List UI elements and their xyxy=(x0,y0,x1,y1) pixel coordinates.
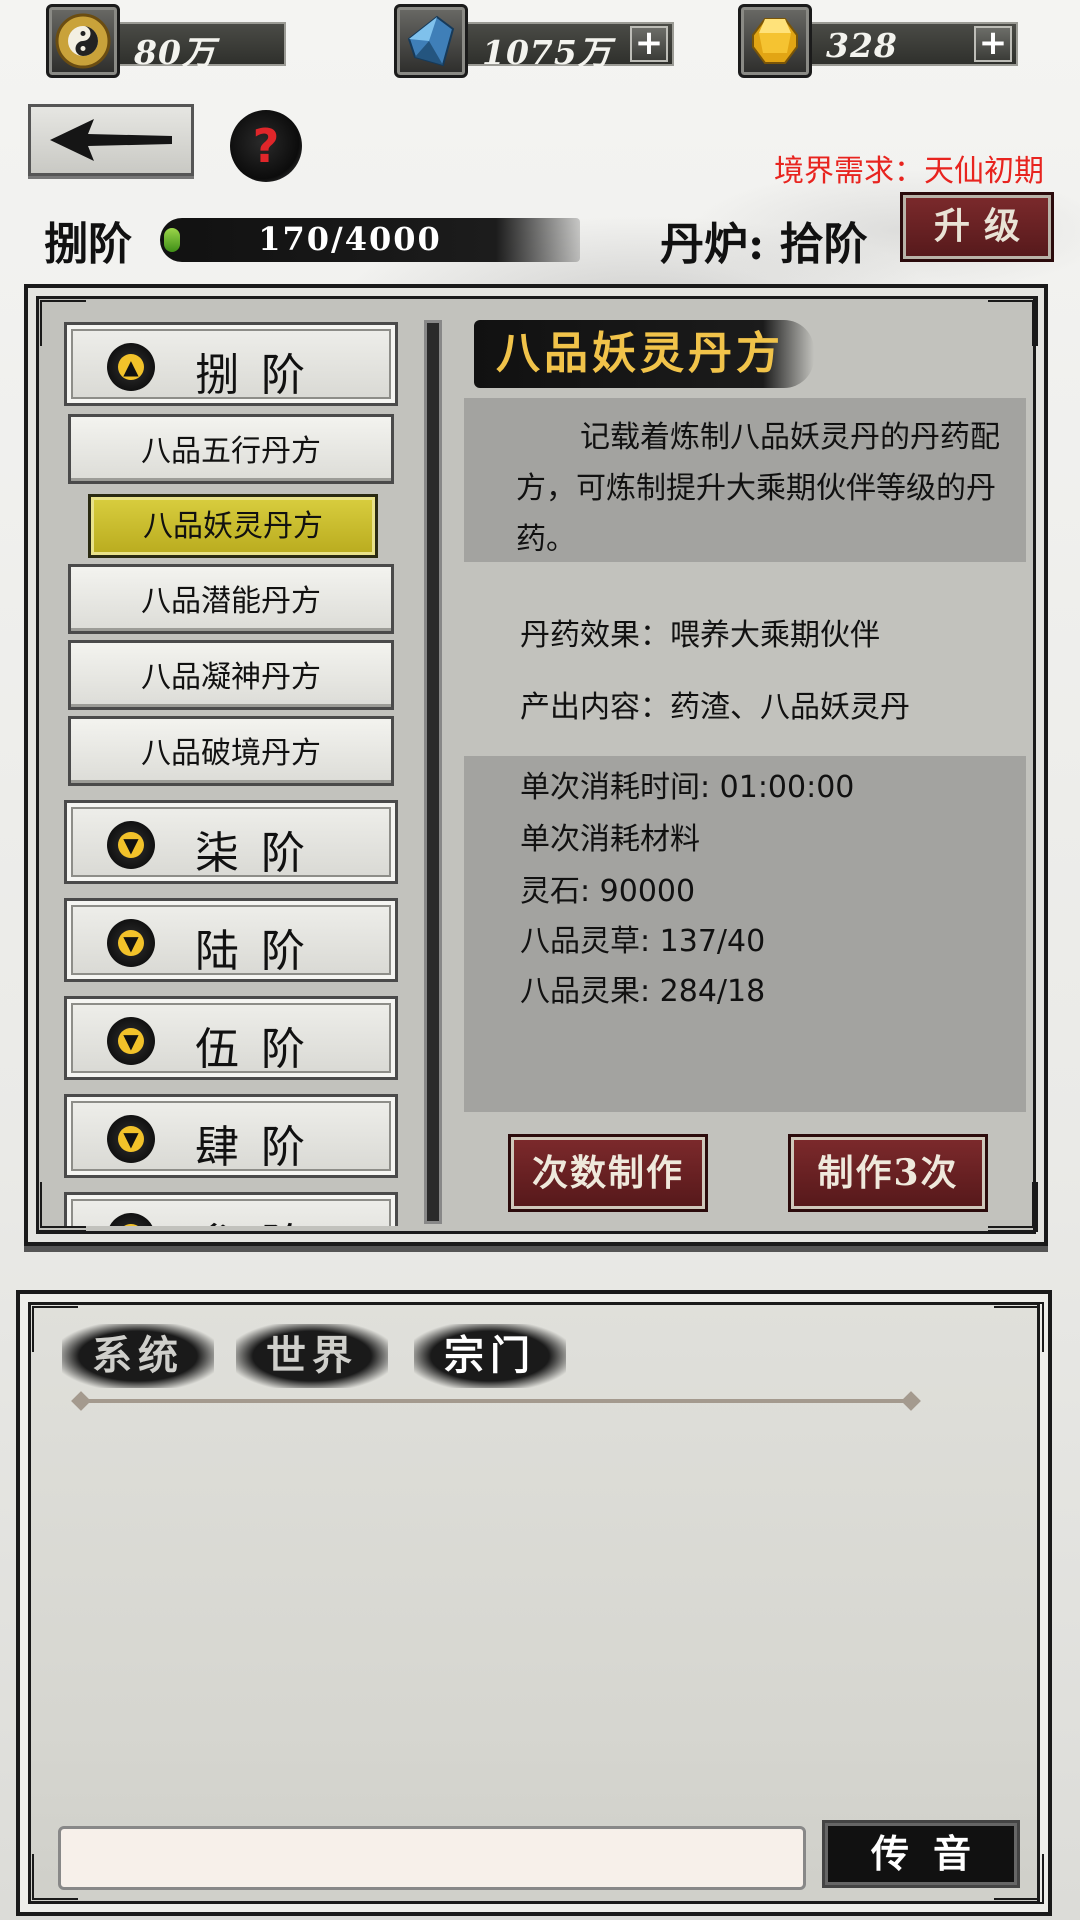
count-make-button[interactable]: 次数制作 xyxy=(508,1134,708,1212)
crystal-value: 1075万 xyxy=(482,33,612,72)
frame-corner xyxy=(988,1182,1038,1232)
gold-gem-icon xyxy=(738,4,812,78)
arrow-down-icon: ▼ xyxy=(107,821,155,869)
tier-header[interactable]: ▼ 伍阶 xyxy=(64,996,398,1080)
realm-requirement: 境界需求：天仙初期 xyxy=(774,154,1044,189)
back-button[interactable] xyxy=(28,104,194,176)
arrow-down-icon: ▼ xyxy=(107,1213,155,1226)
recipe-item[interactable]: 八品五行丹方 xyxy=(68,414,394,484)
currency-gold: 328 + xyxy=(738,4,1018,78)
recipe-description: 记载着炼制八品妖灵丹的丹药配方，可炼制提升大乘期伙伴等级的丹药。 xyxy=(516,420,1000,557)
recipe-item-selected[interactable]: 八品妖灵丹方 xyxy=(88,494,378,558)
tier-header[interactable]: ▼ 柒阶 xyxy=(64,800,398,884)
upgrade-button[interactable]: 升级 xyxy=(900,192,1054,262)
furnace-exp-text: 170/4000 xyxy=(258,220,442,258)
make-three-button[interactable]: 制作3次 xyxy=(788,1134,988,1212)
material-item: 八品灵草: 137/40 xyxy=(520,924,766,959)
recipe-item[interactable]: 八品凝神丹方 xyxy=(68,640,394,710)
recipe-title: 八品妖灵丹方 xyxy=(474,320,814,388)
add-crystal-button[interactable]: + xyxy=(630,26,668,62)
question-icon: ? xyxy=(252,119,280,173)
current-tier-label: 捌阶 xyxy=(44,219,132,270)
gold-value: 328 xyxy=(826,26,898,65)
recipe-list[interactable]: ▲ 捌阶 八品五行丹方 八品妖灵丹方 八品潜能丹方 八品凝神丹方 八品破境丹方 … xyxy=(56,318,412,1226)
send-message-button[interactable]: 传音 xyxy=(822,1820,1020,1888)
frame-corner xyxy=(988,296,1038,346)
pill-output: 产出内容：药渣、八品妖灵丹 xyxy=(520,690,910,725)
craft-time: 单次消耗时间: 01:00:00 xyxy=(520,770,855,805)
blue-crystal-icon xyxy=(394,4,468,78)
chat-divider xyxy=(78,1399,914,1403)
arrow-up-icon: ▲ xyxy=(107,343,155,391)
material-item: 灵石: 90000 xyxy=(520,874,696,909)
currency-crystal: 1075万 + xyxy=(394,4,674,78)
chat-tab-sect[interactable]: 宗门 xyxy=(414,1324,566,1388)
recipe-list-scrollbar[interactable] xyxy=(424,320,442,1224)
arrow-left-icon xyxy=(50,119,172,161)
materials-title: 单次消耗材料 xyxy=(520,822,700,857)
material-item: 八品灵果: 284/18 xyxy=(520,974,766,1009)
chat-input[interactable] xyxy=(58,1826,806,1890)
add-gold-button[interactable]: + xyxy=(974,26,1012,62)
chat-tab-system[interactable]: 系统 xyxy=(62,1324,214,1388)
chat-tab-world[interactable]: 世界 xyxy=(236,1324,388,1388)
help-button[interactable]: ? xyxy=(230,110,302,182)
recipe-item[interactable]: 八品破境丹方 xyxy=(68,716,394,786)
arrow-down-icon: ▼ xyxy=(107,1017,155,1065)
coins-value: 80万 xyxy=(134,33,216,72)
taiji-coin-icon xyxy=(46,4,120,78)
tier-header-expanded[interactable]: ▲ 捌阶 xyxy=(64,322,398,406)
arrow-down-icon: ▼ xyxy=(107,1115,155,1163)
furnace-exp-bar: 170/4000 xyxy=(160,218,580,262)
tier-header[interactable]: ▼ 叁阶 xyxy=(64,1192,398,1226)
pill-effect: 丹药效果：喂养大乘期伙伴 xyxy=(520,618,880,653)
recipe-item[interactable]: 八品潜能丹方 xyxy=(68,564,394,634)
tier-header[interactable]: ▼ 肆阶 xyxy=(64,1094,398,1178)
frame-corner xyxy=(994,1302,1044,1352)
furnace-level: 丹炉: 拾阶 xyxy=(660,219,868,270)
currency-coins: 80万 xyxy=(46,4,286,78)
tier-header[interactable]: ▼ 陆阶 xyxy=(64,898,398,982)
arrow-down-icon: ▼ xyxy=(107,919,155,967)
